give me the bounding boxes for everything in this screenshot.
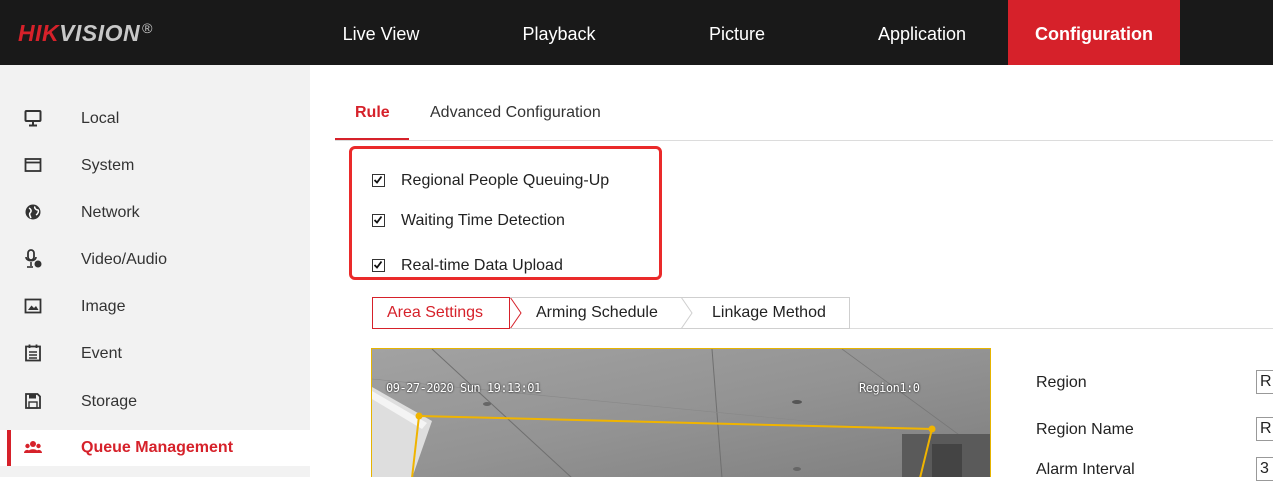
step-linkage-method[interactable]: Linkage Method <box>680 297 850 329</box>
top-navigation-bar: HIKVISION ® Live View Playback Picture Ap… <box>0 0 1273 65</box>
sidebar-item-video-audio[interactable]: Video/Audio <box>0 242 310 278</box>
nav-live-view[interactable]: Live View <box>322 0 440 65</box>
option-label: Real-time Data Upload <box>401 257 563 274</box>
nav-playback[interactable]: Playback <box>500 0 618 65</box>
calendar-icon <box>24 343 42 363</box>
step-label: Arming Schedule <box>536 304 658 321</box>
step-arming-schedule[interactable]: Arming Schedule <box>510 297 680 329</box>
step-label: Linkage Method <box>712 304 826 321</box>
microphone-icon <box>24 249 42 269</box>
step-area-settings[interactable]: Area Settings <box>372 297 510 329</box>
option-label: Waiting Time Detection <box>401 212 565 229</box>
nav-configuration[interactable]: Configuration <box>1008 0 1180 65</box>
sidebar-item-label: Storage <box>81 393 138 410</box>
image-icon <box>24 296 42 316</box>
region-label: Region <box>1036 374 1087 391</box>
hikvision-logo: HIKVISION ® <box>18 20 153 46</box>
video-preview[interactable]: 09-27-2020 Sun 19:13:01 Region1:0 <box>371 348 991 477</box>
nav-application[interactable]: Application <box>857 0 987 65</box>
checkbox[interactable] <box>372 214 385 227</box>
tab-advanced-configuration[interactable]: Advanced Configuration <box>430 104 601 122</box>
floppy-icon <box>24 391 42 411</box>
sidebar-item-label: Event <box>81 345 122 362</box>
sidebar-item-label: Image <box>81 298 126 315</box>
region-name-input[interactable]: R <box>1256 417 1273 441</box>
monitor-icon <box>24 108 42 128</box>
tab-rule-label: Rule <box>355 104 390 121</box>
sidebar-item-local[interactable]: Local <box>0 101 310 137</box>
sidebar-item-network[interactable]: Network <box>0 195 310 231</box>
people-icon <box>24 437 42 457</box>
sidebar-item-queue-management[interactable]: Queue Management <box>0 430 310 466</box>
sidebar-item-event[interactable]: Event <box>0 336 310 372</box>
step-label: Area Settings <box>387 304 484 321</box>
alarm-interval-input[interactable]: 3 <box>1256 457 1273 481</box>
region-select[interactable]: R <box>1256 370 1273 394</box>
tab-rule[interactable]: Rule <box>335 96 409 140</box>
checkbox[interactable] <box>372 259 385 272</box>
sidebar-item-label: Network <box>81 204 140 221</box>
sidebar-item-system[interactable]: System <box>0 148 310 184</box>
tab-divider <box>335 140 1273 141</box>
globe-icon <box>24 202 42 222</box>
window-icon <box>24 155 42 175</box>
sidebar-item-label: System <box>81 157 135 174</box>
option-label: Regional People Queuing-Up <box>401 172 610 189</box>
video-timestamp: 09-27-2020 Sun 19:13:01 <box>386 381 541 395</box>
sidebar-item-label: Local <box>81 110 120 127</box>
sidebar-item-label: Queue Management <box>81 439 234 456</box>
step-divider <box>850 328 1273 329</box>
nav-picture[interactable]: Picture <box>678 0 796 65</box>
camera-scene <box>372 349 990 477</box>
sidebar-item-image[interactable]: Image <box>0 289 310 325</box>
checkbox[interactable] <box>372 174 385 187</box>
sidebar: Local System Network Video/Audio Image E… <box>0 65 310 477</box>
sidebar-item-storage[interactable]: Storage <box>0 384 310 420</box>
region-name-label: Region Name <box>1036 421 1134 438</box>
sidebar-item-label: Video/Audio <box>81 251 167 268</box>
alarm-interval-label: Alarm Interval <box>1036 461 1135 478</box>
region-count-overlay: Region1:0 <box>859 381 920 395</box>
